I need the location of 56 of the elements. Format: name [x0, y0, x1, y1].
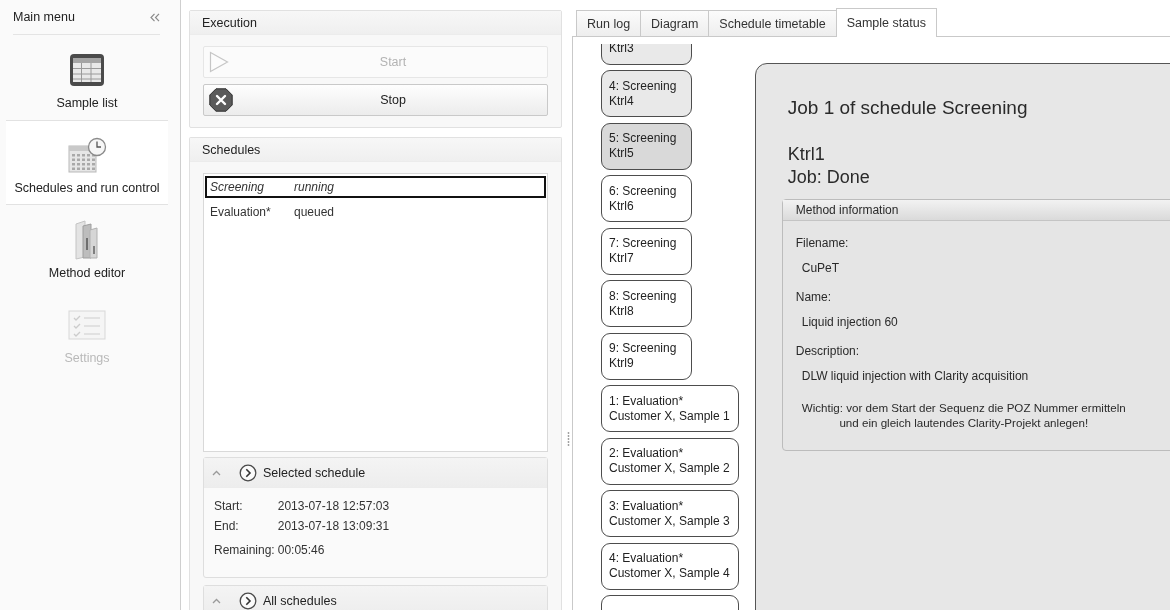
- schedule-status: queued: [294, 205, 336, 219]
- tab[interactable]: Schedule timetable: [708, 10, 837, 36]
- sample-name: Ktrl1: [787, 143, 825, 166]
- stop-icon: [209, 88, 233, 112]
- group-header: Method information: [782, 200, 1170, 221]
- sidebar-item[interactable]: Method editor: [6, 205, 168, 290]
- field-label: Description:: [795, 343, 860, 360]
- splitter-grip-icon[interactable]: [566, 432, 570, 446]
- job-card[interactable]: 2: Evaluation* Customer X, Sample 2: [601, 437, 739, 485]
- sidebar-title: Main menu: [13, 10, 75, 24]
- job-card[interactable]: 8: Screening Ktrl8: [601, 280, 692, 327]
- checklist-icon: [68, 310, 106, 340]
- field-label: Name:: [795, 289, 832, 306]
- field-value: 00:05:46: [277, 543, 326, 557]
- job-card[interactable]: 6: Screening Ktrl6: [601, 175, 692, 222]
- tab[interactable]: Diagram: [640, 10, 710, 36]
- job-card[interactable]: 7: Screening Ktrl7: [601, 227, 692, 275]
- circled-chevron-icon: [239, 591, 257, 610]
- field-label: End:: [214, 519, 240, 533]
- calendar-clock-icon: [67, 137, 107, 173]
- play-icon: [209, 51, 229, 73]
- group-header: Schedules: [190, 138, 561, 162]
- field-value: DLW liquid injection with Clarity acquisition: [801, 368, 1029, 385]
- note-text: Wichtig: vor dem Start der Sequenz die POZ Nummer ermitteln und ein gleich lautendes Clarity-Projekt anlegen!: [801, 400, 1126, 430]
- schedule-name: Screening: [210, 180, 266, 194]
- schedule-name: Evaluation*: [210, 205, 272, 219]
- schedule-row[interactable]: Screening running: [205, 176, 546, 198]
- field-label: Remaining:: [214, 543, 275, 557]
- job-card[interactable]: 5: Screening Ktrl5: [601, 122, 692, 170]
- job-card[interactable]: 9: Screening Ktrl9: [601, 332, 692, 380]
- tab[interactable]: Run log: [576, 10, 642, 36]
- circled-chevron-icon: [239, 463, 257, 482]
- schedule-status: running: [294, 180, 336, 194]
- field-label: Start:: [214, 499, 244, 513]
- field-value: Liquid injection 60: [801, 314, 898, 331]
- schedule-row[interactable]: Evaluation* queued: [205, 201, 546, 223]
- field-value: CuPeT: [801, 260, 840, 277]
- group-header: Execution: [190, 11, 561, 35]
- job-card[interactable]: 4: Evaluation* Customer X, Sample 4: [601, 542, 739, 590]
- field-value: 2013-07-18 12:57:03: [277, 499, 390, 513]
- double-chevron-left-icon[interactable]: [150, 12, 160, 22]
- tab[interactable]: Sample status: [835, 8, 937, 37]
- job-card[interactable]: 3: Evaluation* Customer X, Sample 3: [601, 490, 739, 537]
- job-status: Job: Done: [787, 166, 870, 189]
- job-title: Job 1 of schedule Screening: [787, 97, 1028, 119]
- sidebar-item[interactable]: Sample list: [6, 35, 168, 120]
- field-value: 2013-07-18 13:09:31: [277, 519, 390, 533]
- section-header[interactable]: Selected schedule: [204, 458, 547, 488]
- field-label: Filename:: [795, 235, 849, 252]
- table-icon: [69, 52, 105, 88]
- job-card[interactable]: 1: Evaluation* Customer X, Sample 1: [601, 385, 739, 432]
- job-card[interactable]: 4: Screening Ktrl4: [601, 70, 692, 117]
- stop-button[interactable]: Stop: [203, 84, 548, 116]
- section-header[interactable]: All schedules: [204, 586, 547, 610]
- job-card[interactable]: Ktrl3: [601, 44, 692, 65]
- sidebar-item[interactable]: Schedules and run control: [6, 120, 168, 205]
